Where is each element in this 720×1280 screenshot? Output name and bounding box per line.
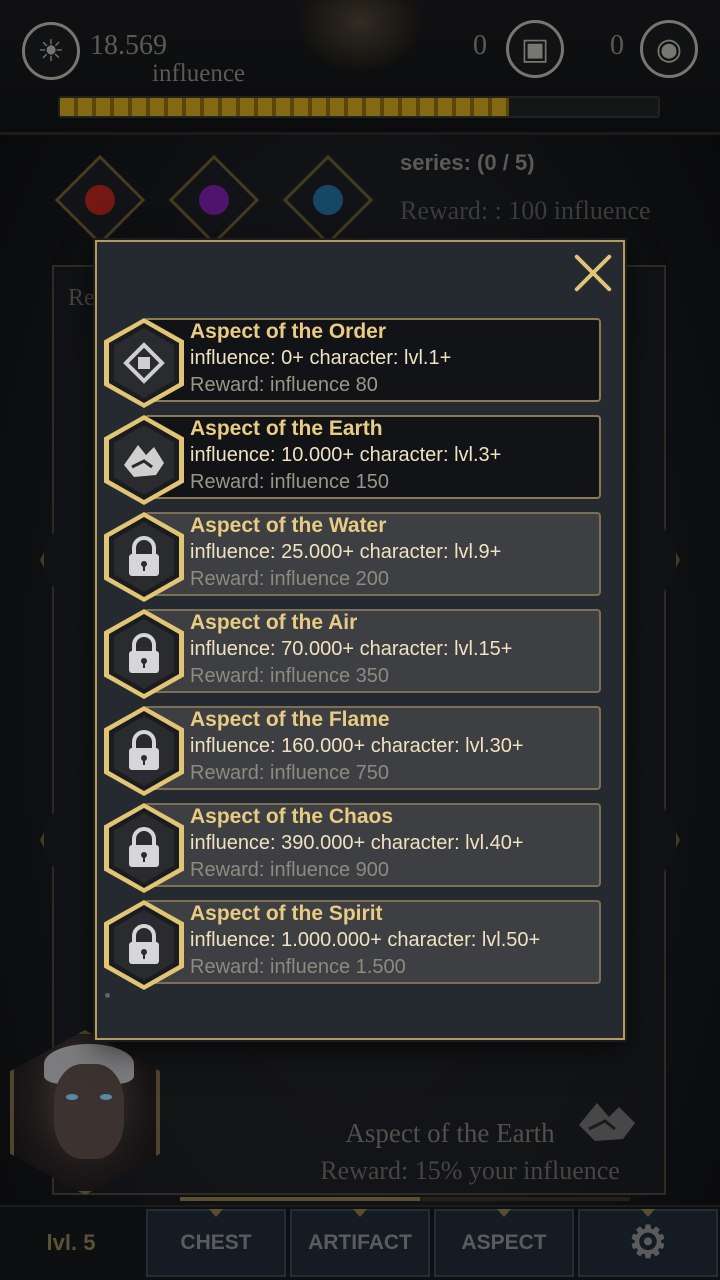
aspect-reward: Reward: influence 200	[190, 568, 390, 590]
aspect-requirement: influence: 10.000+ character: lvl.3+	[190, 444, 502, 466]
aspect-title: Aspect of the Air	[190, 611, 358, 634]
aspect-reward: Reward: influence 900	[190, 859, 390, 881]
aspect-title: Aspect of the Earth	[190, 417, 383, 440]
close-button[interactable]	[570, 250, 616, 296]
aspect-requirement: influence: 390.000+ character: lvl.40+	[190, 832, 524, 854]
aspect-row-air[interactable]: Aspect of the Air influence: 70.000+ cha…	[104, 609, 601, 699]
aspect-reward: Reward: influence 80	[190, 374, 378, 396]
aspect-row-order[interactable]: Aspect of the Order influence: 0+ charac…	[104, 318, 601, 408]
aspect-title: Aspect of the Chaos	[190, 805, 394, 828]
aspect-reward: Reward: influence 750	[190, 762, 390, 784]
aspect-row-water[interactable]: Aspect of the Water influence: 25.000+ c…	[104, 512, 601, 602]
aspect-requirement: influence: 25.000+ character: lvl.9+	[190, 541, 502, 563]
aspect-row-flame[interactable]: Aspect of the Flame influence: 160.000+ …	[104, 706, 601, 796]
aspect-requirement: influence: 1.000.000+ character: lvl.50+	[190, 929, 541, 951]
aspect-title: Aspect of the Order	[190, 320, 387, 343]
aspect-title: Aspect of the Spirit	[190, 902, 383, 925]
aspect-row-chaos[interactable]: Aspect of the Chaos influence: 390.000+ …	[104, 803, 601, 893]
aspect-requirement: influence: 70.000+ character: lvl.15+	[190, 638, 513, 660]
aspect-requirement: influence: 160.000+ character: lvl.30+	[190, 735, 524, 757]
aspect-title: Aspect of the Flame	[190, 708, 390, 731]
aspect-reward: Reward: influence 150	[190, 471, 390, 493]
aspect-title: Aspect of the Water	[190, 514, 387, 537]
aspect-requirement: influence: 0+ character: lvl.1+	[190, 347, 452, 369]
aspect-row-spirit[interactable]: Aspect of the Spirit influence: 1.000.00…	[104, 900, 601, 990]
scroll-indicator	[105, 993, 110, 998]
aspect-reward: Reward: influence 1.500	[190, 956, 406, 978]
aspect-reward: Reward: influence 350	[190, 665, 390, 687]
aspect-row-earth[interactable]: Aspect of the Earth influence: 10.000+ c…	[104, 415, 601, 505]
